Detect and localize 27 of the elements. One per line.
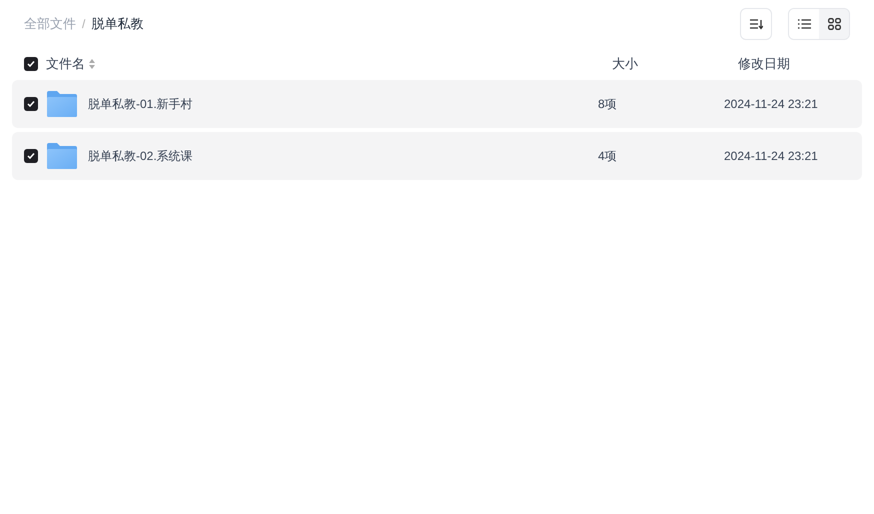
- checkbox[interactable]: [24, 149, 38, 163]
- sort-icon: [89, 59, 95, 69]
- column-header[interactable]: 大小: [612, 56, 638, 72]
- check-icon: [27, 152, 35, 160]
- modified-date: 2024-11-24 23:21: [724, 97, 818, 111]
- folder-icon: [47, 143, 77, 169]
- item-count: 8项: [598, 97, 617, 111]
- sort-button[interactable]: [740, 8, 772, 40]
- column-header[interactable]: 修改日期: [738, 56, 790, 72]
- item-count: 4项: [598, 149, 617, 163]
- breadcrumb-item[interactable]: 脱单私教: [91, 14, 144, 34]
- file-row[interactable]: 脱单私教-02.系统课 4项 2024-11-24 23:21: [12, 132, 862, 180]
- folder-icon: [47, 91, 77, 117]
- file-row[interactable]: 脱单私教-01.新手村 8项 2024-11-24 23:21: [12, 80, 862, 128]
- sort-icon: [749, 18, 763, 30]
- file-name[interactable]: 脱单私教-02.系统课: [88, 149, 193, 163]
- list-icon: [798, 19, 810, 29]
- checkbox[interactable]: [24, 57, 38, 71]
- check-icon: [27, 60, 35, 68]
- column-header[interactable]: 文件名: [46, 54, 85, 74]
- list-view-button[interactable]: [789, 9, 819, 39]
- grid-icon: [828, 18, 840, 30]
- checkbox[interactable]: [24, 97, 38, 111]
- modified-date: 2024-11-24 23:21: [724, 149, 818, 163]
- file-name[interactable]: 脱单私教-01.新手村: [88, 97, 193, 111]
- check-icon: [27, 100, 35, 108]
- breadcrumb-separator: /: [82, 16, 86, 33]
